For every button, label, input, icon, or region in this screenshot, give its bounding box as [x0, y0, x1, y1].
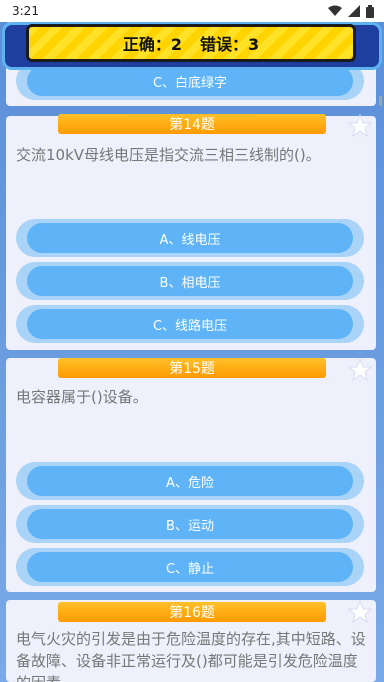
option-label: B、相电压: [27, 266, 353, 296]
favorite-star-icon[interactable]: [348, 600, 372, 624]
option-label: C、白底绿字: [27, 66, 353, 96]
question-text: 电容器属于()设备。: [16, 388, 148, 406]
option-button[interactable]: A、线电压: [16, 219, 364, 257]
option-label: C、线路电压: [27, 309, 353, 339]
option-button[interactable]: A、危险: [16, 462, 364, 500]
status-bar: 3:21: [0, 0, 384, 22]
question-card: 第14题 交流10kV母线电压是指交流三相三线制的()。 A、线电压 B、相电压…: [6, 114, 376, 350]
question-card: 第16题 电气火灾的引发是由于危险温度的存在,其中短路、设备故障、设备非正常运行…: [6, 600, 376, 682]
favorite-star-icon[interactable]: [348, 114, 372, 138]
option-button[interactable]: B、运动: [16, 505, 364, 543]
correct-count: 正确：2: [122, 35, 182, 54]
favorite-star-icon[interactable]: [348, 358, 372, 382]
wrong-count: 错误：3: [200, 35, 260, 54]
scrollbar[interactable]: [379, 96, 382, 106]
option-label: B、运动: [27, 509, 353, 539]
option-button[interactable]: C、静止: [16, 548, 364, 586]
question-text: 电气火灾的引发是由于危险温度的存在,其中短路、设备故障、设备非正常运行及()都可…: [16, 630, 366, 682]
question-number: 第14题: [44, 114, 340, 134]
option-label: A、线电压: [27, 223, 353, 253]
question-number: 第16题: [44, 602, 340, 622]
question-card: 第15题 电容器属于()设备。 A、危险 B、运动 C、静止: [6, 358, 376, 592]
question-number: 第15题: [44, 358, 340, 378]
score-panel: 正确：2 错误：3: [26, 24, 356, 62]
signal-icon: [348, 5, 360, 17]
question-text: 交流10kV母线电压是指交流三相三线制的()。: [16, 146, 321, 164]
option-label: A、危险: [27, 466, 353, 496]
option-label: C、静止: [27, 552, 353, 582]
option-button[interactable]: C、线路电压: [16, 305, 364, 343]
battery-icon: [366, 4, 374, 18]
option-button[interactable]: B、相电压: [16, 262, 364, 300]
wifi-icon: [328, 5, 342, 16]
status-time: 3:21: [12, 4, 39, 18]
